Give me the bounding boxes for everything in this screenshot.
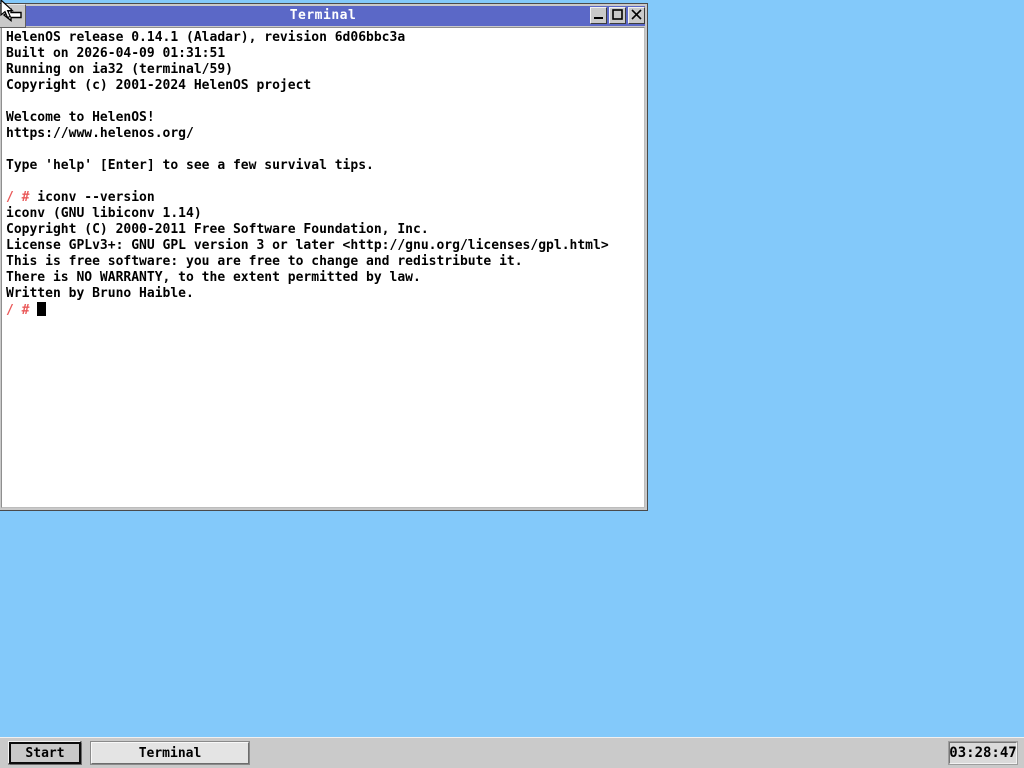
terminal-line: https://www.helenos.org/ [6,126,194,141]
back-arrow-icon [2,7,23,26]
terminal-line: Copyright (C) 2000-2011 Free Software Fo… [6,222,429,237]
taskbar: Start Terminal 03:28:47 [0,737,1024,768]
terminal-line: This is free software: you are free to c… [6,254,523,269]
terminal-line: / # [6,302,640,319]
terminal-line: / # iconv --version [6,190,155,205]
window-titlebar[interactable]: Terminal [0,4,645,28]
desktop: { "colors": { "desktop": "#83c9fa", "tit… [0,0,1024,768]
terminal-line: Welcome to HelenOS! [6,110,155,125]
close-icon [631,8,642,23]
taskbar-window-button-terminal[interactable]: Terminal [91,742,249,764]
terminal-line: Type 'help' [Enter] to see a few surviva… [6,158,374,173]
close-button[interactable] [628,7,645,24]
terminal-line: Copyright (c) 2001-2024 HelenOS project [6,78,312,93]
minimize-button[interactable] [590,7,607,24]
terminal-line: Built on 2026-04-09 01:31:51 [6,46,226,61]
sysmenu-button[interactable] [0,4,26,28]
terminal-line: iconv (GNU libiconv 1.14) [6,206,202,221]
terminal-window: Terminal HelenOS release 0.14.1 (Aladar)… [0,3,648,511]
window-controls [590,7,645,24]
terminal-line: Running on ia32 (terminal/59) [6,62,233,77]
minimize-icon [593,8,604,23]
terminal-line: License GPLv3+: GNU GPL version 3 or lat… [6,238,609,253]
maximize-button[interactable] [609,7,626,24]
terminal-line: There is NO WARRANTY, to the extent perm… [6,270,421,285]
maximize-icon [612,8,623,23]
terminal-line: Written by Bruno Haible. [6,286,194,301]
window-title: Terminal [289,8,357,23]
terminal-output[interactable]: HelenOS release 0.14.1 (Aladar), revisio… [1,27,645,508]
taskbar-clock: 03:28:47 [949,742,1017,764]
terminal-line: HelenOS release 0.14.1 (Aladar), revisio… [6,30,406,45]
start-button[interactable]: Start [9,742,81,764]
terminal-cursor [37,302,47,316]
